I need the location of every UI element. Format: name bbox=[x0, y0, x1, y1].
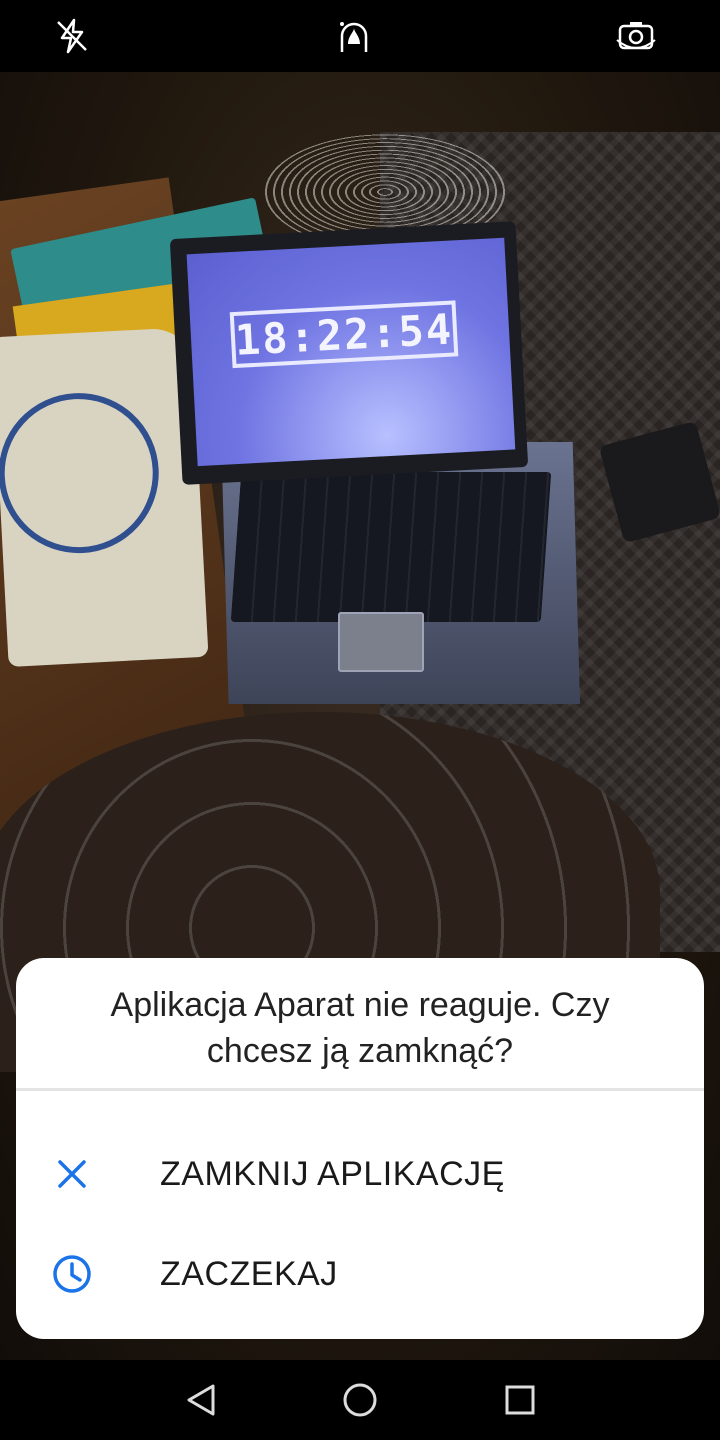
back-icon[interactable] bbox=[178, 1378, 222, 1422]
home-icon[interactable] bbox=[338, 1378, 382, 1422]
bag-print bbox=[0, 389, 163, 558]
close-app-option[interactable]: ZAMKNIJ APLIKACJĘ bbox=[16, 1129, 704, 1219]
switch-camera-icon[interactable] bbox=[614, 14, 658, 58]
laptop-touchpad bbox=[338, 612, 424, 672]
clock-frame: 18:22:54 bbox=[229, 300, 459, 369]
laptop-keyboard bbox=[230, 472, 552, 622]
clock-time: 18:22:54 bbox=[233, 304, 455, 365]
close-app-label: ZAMKNIJ APLIKACJĘ bbox=[160, 1154, 505, 1193]
close-icon bbox=[52, 1154, 92, 1194]
recents-icon[interactable] bbox=[498, 1378, 542, 1422]
laptop-display: 18:22:54 bbox=[186, 237, 516, 467]
dialog-title: Aplikacja Aparat nie reaguje. Czy chcesz… bbox=[110, 986, 610, 1070]
system-nav-bar bbox=[0, 1360, 720, 1440]
camera-top-bar bbox=[0, 0, 720, 72]
wait-option[interactable]: ZACZEKAJ bbox=[16, 1229, 704, 1319]
beauty-mode-icon[interactable] bbox=[332, 14, 376, 58]
dialog-divider bbox=[16, 1088, 704, 1091]
clock-icon bbox=[52, 1254, 92, 1294]
wait-label: ZACZEKAJ bbox=[160, 1254, 338, 1293]
laptop-screen: 18:22:54 bbox=[169, 221, 529, 485]
flash-off-icon[interactable] bbox=[50, 14, 94, 58]
app-not-responding-dialog: Aplikacja Aparat nie reaguje. Czy chcesz… bbox=[16, 958, 704, 1339]
